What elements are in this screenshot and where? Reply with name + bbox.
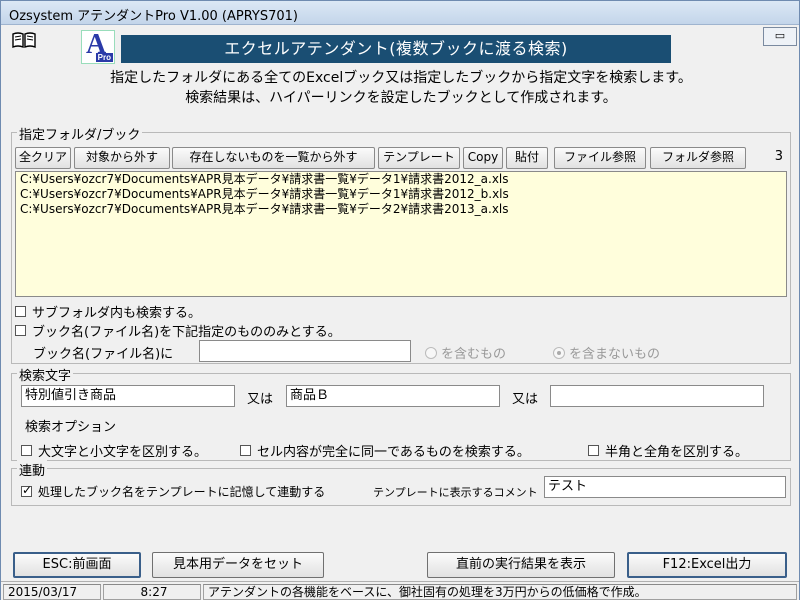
folder-ref-button[interactable]: フォルダ参照 [650, 147, 746, 169]
file-count: 3 [774, 149, 783, 164]
width-sensitive-label: 半角と全角を区別する。 [605, 445, 749, 460]
status-bar: 2015/03/17 8:27 アテンダントの各機能をベースに、御社固有の処理を… [1, 581, 799, 600]
remember-checkbox[interactable]: 処理したブック名をテンプレートに記憶して連動する [21, 483, 325, 500]
search-options-label: 検索オプション [25, 420, 117, 435]
page-title: エクセルアテンダント(複数ブックに渡る検索) [121, 35, 671, 63]
subfolder-checkbox[interactable]: サブフォルダ内も検索する。 [15, 302, 201, 321]
window-controls: ▭ [763, 27, 797, 47]
search-term-1[interactable]: 特別値引き商品 [21, 385, 235, 407]
show-previous-button[interactable]: 直前の実行結果を表示 [427, 552, 615, 578]
case-sensitive-checkbox[interactable]: 大文字と小文字を区別する。 [21, 441, 207, 460]
checkbox-box[interactable] [21, 483, 32, 497]
restore-button[interactable]: ▭ [763, 27, 797, 46]
search-group-label: 検索文字 [17, 365, 74, 384]
file-ref-button[interactable]: ファイル参照 [554, 147, 646, 169]
description-line-2: 検索結果は、ハイパーリンクを設定したブックとして作成されます。 [185, 90, 617, 106]
app-window: Ozsystem アテンダントPro V1.00 (APRYS701) ▭ A … [0, 0, 800, 600]
or-label-1: 又は [247, 392, 274, 407]
or-label-2: 又は [512, 392, 539, 407]
radio-exclude[interactable]: を含まないもの [553, 343, 660, 362]
sample-data-button[interactable]: 見本用データをセット [152, 552, 324, 578]
status-time: 8:27 [103, 584, 201, 600]
copy-button[interactable]: Copy [463, 147, 503, 169]
link-group-label: 連動 [17, 460, 48, 479]
case-sensitive-label: 大文字と小文字を区別する。 [38, 445, 208, 460]
search-term-3[interactable] [550, 385, 764, 407]
radio-exclude-label: を含まないもの [569, 347, 661, 362]
subfolder-label: サブフォルダ内も検索する。 [32, 306, 202, 321]
checkbox-box[interactable] [240, 445, 251, 456]
width-sensitive-checkbox[interactable]: 半角と全角を区別する。 [588, 441, 748, 460]
title-bar: Ozsystem アテンダントPro V1.00 (APRYS701) [1, 1, 799, 25]
status-date: 2015/03/17 [3, 584, 101, 600]
app-logo-icon: A Pro [81, 29, 115, 64]
list-item[interactable]: C:¥Users¥ozcr7¥Documents¥APR見本データ¥請求書一覧¥… [16, 187, 786, 202]
description-line-1: 指定したフォルダにある全てのExcelブック又は指定したブックから指定文字を検索… [110, 70, 692, 86]
bookname-label: ブック名(ファイル名)に [33, 347, 174, 362]
checkbox-box[interactable] [588, 445, 599, 456]
book-icon[interactable] [11, 31, 37, 49]
radio-include[interactable]: を含むもの [425, 343, 506, 362]
window-title: Ozsystem アテンダントPro V1.00 (APRYS701) [9, 9, 298, 24]
checkbox-box[interactable] [15, 306, 26, 317]
bookname-only-checkbox[interactable]: ブック名(ファイル名)を下記指定のもののみとする。 [15, 321, 341, 340]
radio-include-label: を含むもの [441, 347, 507, 362]
logo-sub: Pro [95, 53, 113, 62]
status-message: アテンダントの各機能をベースに、御社固有の処理を3万円からの低価格で作成。 [203, 584, 797, 600]
search-term-2[interactable]: 商品Ｂ [286, 385, 500, 407]
comment-label: テンプレートに表示するコメント [373, 486, 538, 499]
remember-label: 処理したブック名をテンプレートに記憶して連動する [38, 485, 326, 499]
list-item[interactable]: C:¥Users¥ozcr7¥Documents¥APR見本データ¥請求書一覧¥… [16, 202, 786, 217]
radio-dot[interactable] [553, 346, 565, 359]
exact-match-checkbox[interactable]: セル内容が完全に同一であるものを検索する。 [240, 441, 530, 460]
checkbox-box[interactable] [21, 445, 32, 456]
folder-group-label: 指定フォルダ/ブック [17, 124, 143, 143]
bookname-only-label: ブック名(ファイル名)を下記指定のもののみとする。 [32, 325, 341, 340]
remove-missing-button[interactable]: 存在しないものを一覧から外す [172, 147, 375, 169]
radio-dot[interactable] [425, 346, 437, 359]
remove-button[interactable]: 対象から外す [74, 147, 170, 169]
file-list[interactable]: C:¥Users¥ozcr7¥Documents¥APR見本データ¥請求書一覧¥… [15, 171, 787, 297]
template-button[interactable]: テンプレート [378, 147, 460, 169]
clear-all-button[interactable]: 全クリア [15, 147, 71, 169]
list-item[interactable]: C:¥Users¥ozcr7¥Documents¥APR見本データ¥請求書一覧¥… [16, 172, 786, 187]
exact-match-label: セル内容が完全に同一であるものを検索する。 [257, 445, 530, 460]
checkbox-box[interactable] [15, 325, 26, 336]
esc-back-button[interactable]: ESC:前画面 [13, 552, 141, 578]
paste-button[interactable]: 貼付 [506, 147, 548, 169]
bookname-input[interactable] [199, 340, 411, 362]
excel-export-button[interactable]: F12:Excel出力 [627, 552, 787, 578]
comment-input[interactable]: テスト [544, 476, 786, 498]
